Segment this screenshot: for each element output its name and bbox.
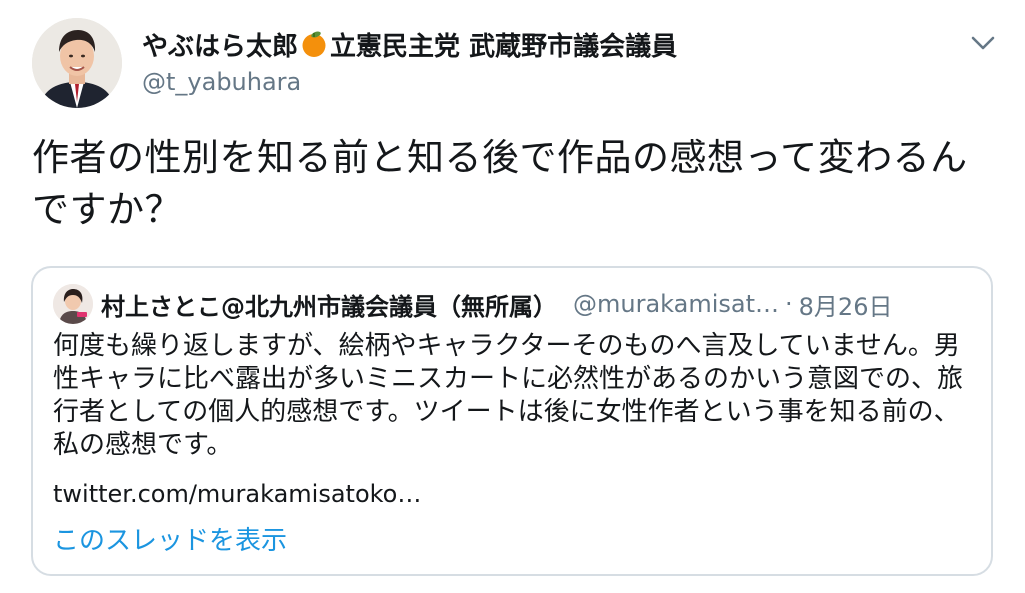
- author-avatar[interactable]: [32, 18, 122, 108]
- author-name-row[interactable]: やぶはら太郎 立憲民主党 武蔵野市議会議員: [142, 24, 677, 64]
- quoted-text: 何度も繰り返しますが、絵柄やキャラクターそのものへ言及していません。男性キャラに…: [53, 331, 964, 460]
- author-avatar-image: [32, 18, 122, 108]
- quoted-name[interactable]: 村上さとこ@北九州市議会議員（無所属）: [101, 287, 557, 322]
- author-handle[interactable]: @t_yabuhara: [142, 68, 301, 96]
- quoted-separator: ·: [785, 290, 793, 318]
- show-thread-link[interactable]: このスレッドを表示: [53, 520, 287, 557]
- tweet: やぶはら太郎 立憲民主党 武蔵野市議会議員 @t_yabuhara 作者の性別を…: [0, 0, 1025, 593]
- tweet-text: 作者の性別を知る前と知る後で作品の感想って変わるんですか？: [32, 136, 968, 231]
- quoted-date[interactable]: 8月26日: [799, 287, 893, 322]
- chevron-down-icon[interactable]: [966, 30, 1000, 56]
- quoted-header: 村上さとこ@北九州市議会議員（無所属） @murakamisat… · 8月26…: [101, 286, 981, 322]
- quoted-handle[interactable]: @murakamisat…: [573, 290, 779, 318]
- author-name: やぶはら太郎: [142, 31, 299, 62]
- orange-icon: [300, 30, 328, 58]
- quoted-tweet[interactable]: 村上さとこ@北九州市議会議員（無所属） @murakamisat… · 8月26…: [31, 266, 993, 576]
- quoted-link[interactable]: twitter.com/murakamisatoko…: [53, 480, 421, 508]
- quoted-avatar: [53, 284, 93, 324]
- author-affiliation: 立憲民主党 武蔵野市議会議員: [330, 31, 678, 62]
